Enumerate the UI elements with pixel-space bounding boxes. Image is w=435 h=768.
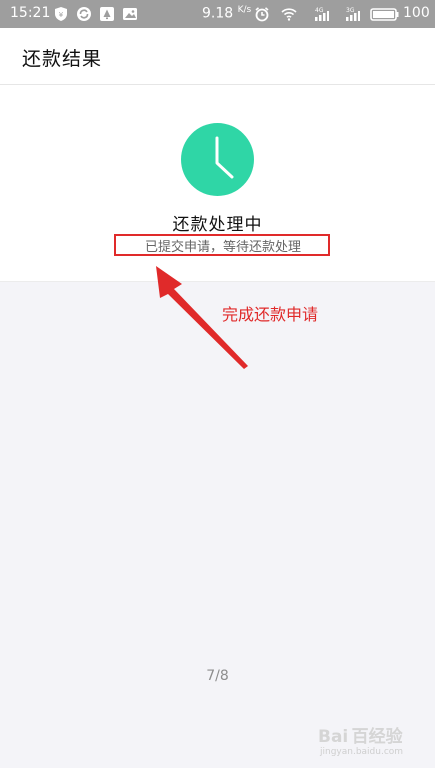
signal-icon: 4G (315, 7, 329, 21)
notification-icon (100, 7, 114, 21)
signal-badge-3g: 3G (346, 7, 355, 14)
wifi-icon (281, 8, 297, 21)
highlight-box (114, 234, 330, 256)
battery-icon (370, 8, 399, 21)
watermark-logo: Bai 百经验 (318, 727, 403, 747)
net-speed-value: 9.18 (202, 5, 234, 22)
battery-level: 100 (403, 5, 430, 21)
signal-badge-4g: 4G (315, 7, 324, 14)
clock-icon (181, 123, 254, 196)
page-title: 还款结果 (22, 48, 103, 70)
page-header: 还款结果 (0, 28, 435, 85)
image-icon (123, 8, 137, 20)
status-bar: 15:21 ¥ 9.18 K/s 4G 3G 100 (0, 0, 435, 28)
result-status-title: 还款处理中 (172, 215, 263, 235)
shield-icon: ¥ (55, 7, 67, 21)
signal-icon: 3G (346, 7, 360, 21)
watermark-url: jingyan.baidu.com (320, 747, 404, 757)
svg-text:¥: ¥ (59, 11, 64, 19)
sync-icon (77, 7, 91, 21)
net-speed-unit: K/s (237, 5, 252, 15)
page-indicator: 7/8 (206, 668, 229, 684)
net-speed: 9.18 K/s (202, 5, 251, 22)
watermark: Bai 百经验 jingyan.baidu.com (318, 716, 428, 764)
status-time: 15:21 (10, 5, 51, 21)
alarm-icon (255, 7, 269, 22)
result-card: 还款处理中 已提交申请，等待还款处理 (0, 85, 435, 282)
annotation-label: 完成还款申请 (222, 305, 319, 324)
